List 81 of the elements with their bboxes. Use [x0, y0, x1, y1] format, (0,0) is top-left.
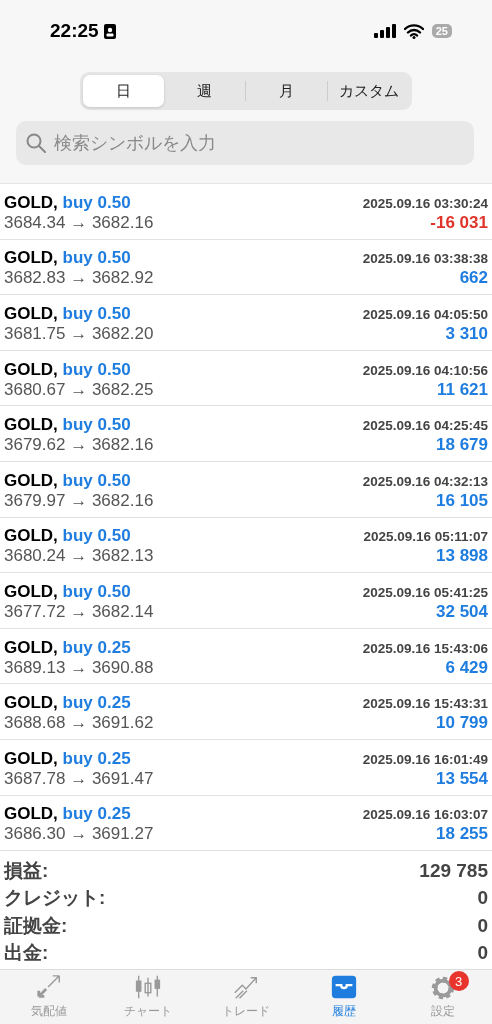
- deal-profit: 6 429: [445, 657, 488, 678]
- search-field[interactable]: 検索シンボルを入力: [16, 121, 474, 165]
- deal-time: 2025.09.16 15:43:31: [362, 696, 488, 712]
- deal-prices: 3679.62 → 3682.16: [4, 435, 154, 456]
- deal-symbol: GOLD, buy 0.50: [4, 581, 131, 602]
- deal-profit: 662: [459, 268, 488, 289]
- deal-symbol: GOLD, buy 0.50: [4, 359, 131, 380]
- deal-symbol: GOLD, buy 0.25: [4, 637, 131, 658]
- summary-value: 0: [477, 942, 488, 965]
- deal-row[interactable]: GOLD, buy 0.25 2025.09.16 15:43:31 3688.68 → 3691.62 10 799: [0, 684, 492, 740]
- deal-time: 2025.09.16 04:10:56: [362, 362, 488, 378]
- period-tab[interactable]: 週: [164, 75, 245, 107]
- deal-prices: 3684.34 → 3682.16: [4, 212, 154, 233]
- contact-card-icon: [103, 23, 116, 39]
- deal-symbol: GOLD, buy 0.25: [4, 748, 131, 769]
- deal-profit: 16 105: [436, 490, 488, 511]
- deal-symbol: GOLD, buy 0.50: [4, 470, 131, 491]
- deal-row[interactable]: GOLD, buy 0.50 2025.09.16 05:11:07 3680.24 → 3682.13 13 898: [0, 517, 492, 574]
- period-tab[interactable]: 月: [246, 75, 327, 107]
- deal-prices: 3689.13 → 3690.88: [4, 657, 154, 678]
- tab-bar-item[interactable]: 設定 3: [393, 970, 492, 1024]
- deal-row[interactable]: GOLD, buy 0.50 2025.09.16 03:30:24 3684.34 → 3682.16 -16 031: [0, 184, 492, 240]
- notification-badge: 3: [448, 971, 469, 991]
- deal-row[interactable]: GOLD, buy 0.50 2025.09.16 04:32:13 3679.97 → 3682.16 16 105: [0, 461, 492, 518]
- deal-prices: 3679.97 → 3682.16: [4, 490, 154, 511]
- wifi-icon: [403, 23, 424, 39]
- deal-symbol: GOLD, buy 0.50: [4, 415, 131, 436]
- summary-label: 出金:: [4, 941, 49, 966]
- period-tab[interactable]: カスタム: [328, 75, 409, 107]
- deal-prices: 3677.72 → 3682.14: [4, 601, 154, 622]
- summary-value: 0: [477, 914, 488, 937]
- deal-profit: 32 504: [436, 601, 488, 622]
- deal-symbol: GOLD, buy 0.25: [4, 693, 131, 714]
- summary-value: 129 785: [419, 859, 488, 882]
- deal-row[interactable]: GOLD, buy 0.25 2025.09.16 16:01:49 3687.78 → 3691.47 13 554: [0, 739, 492, 796]
- deal-row[interactable]: GOLD, buy 0.25 2025.09.16 15:43:06 3689.13 → 3690.88 6 429: [0, 628, 492, 685]
- period-tab[interactable]: 日: [83, 75, 164, 107]
- deal-symbol: GOLD, buy 0.50: [4, 192, 131, 213]
- deal-profit: 18 679: [436, 435, 488, 456]
- deal-time: 2025.09.16 04:32:13: [362, 473, 488, 489]
- deal-symbol: GOLD, buy 0.50: [4, 304, 131, 324]
- deal-symbol: GOLD, buy 0.25: [4, 804, 131, 825]
- deal-prices: 3680.67 → 3682.25: [4, 379, 154, 400]
- signal-icon: [373, 24, 396, 38]
- deal-symbol: GOLD, buy 0.50: [4, 248, 131, 269]
- battery-level: 25: [431, 24, 452, 38]
- deal-time: 2025.09.16 04:05:50: [362, 307, 488, 322]
- summary-label: 証拠金:: [4, 913, 68, 938]
- deal-profit: 13 898: [436, 546, 488, 567]
- deal-row[interactable]: GOLD, buy 0.50 2025.09.16 03:38:38 3682.83 → 3682.92 662: [0, 239, 492, 296]
- deal-profit: 18 255: [436, 824, 488, 845]
- deal-time: 2025.09.16 16:03:07: [362, 807, 488, 823]
- deal-time: 2025.09.16 05:41:25: [362, 584, 488, 600]
- summary-value: 0: [477, 887, 488, 910]
- deal-profit: 11 621: [436, 379, 488, 400]
- deal-prices: 3680.24 → 3682.13: [4, 546, 154, 567]
- deal-prices: 3681.75 → 3682.20: [4, 324, 154, 344]
- summary-label: クレジット:: [4, 886, 106, 911]
- status-time: 22:25: [50, 20, 116, 42]
- deal-profit: 10 799: [436, 713, 488, 734]
- deal-time: 2025.09.16 16:01:49: [362, 751, 488, 767]
- deal-time: 2025.09.16 03:30:24: [362, 195, 488, 211]
- deal-row[interactable]: GOLD, buy 0.50 2025.09.16 04:05:50 3681.75 → 3682.20 3 310: [0, 295, 492, 351]
- deal-prices: 3686.30 → 3691.27: [4, 824, 154, 845]
- summary-label: 損益:: [4, 858, 49, 883]
- deal-time: 2025.09.16 05:11:07: [363, 529, 488, 545]
- deal-time: 2025.09.16 15:43:06: [362, 640, 488, 656]
- deal-profit: 3 310: [445, 324, 488, 344]
- deal-time: 2025.09.16 03:38:38: [362, 251, 488, 267]
- deal-row[interactable]: GOLD, buy 0.50 2025.09.16 04:10:56 3680.67 → 3682.25 11 621: [0, 350, 492, 407]
- deal-prices: 3688.68 → 3691.62: [4, 713, 154, 734]
- tab-bar-item[interactable]: 履歴: [295, 970, 394, 1024]
- deal-row[interactable]: GOLD, buy 0.50 2025.09.16 04:25:45 3679.62 → 3682.16 18 679: [0, 406, 492, 462]
- deal-time: 2025.09.16 04:25:45: [362, 418, 488, 434]
- deal-prices: 3682.83 → 3682.92: [4, 268, 154, 289]
- deal-row[interactable]: GOLD, buy 0.50 2025.09.16 05:41:25 3677.72 → 3682.14 32 504: [0, 573, 492, 629]
- deal-symbol: GOLD, buy 0.50: [4, 526, 131, 547]
- deal-prices: 3687.78 → 3691.47: [4, 768, 154, 789]
- deal-row[interactable]: GOLD, buy 0.25 2025.09.16 16:03:07 3686.30 → 3691.27 18 255: [0, 795, 492, 852]
- deal-profit: -16 031: [430, 212, 488, 233]
- deal-profit: 13 554: [436, 768, 488, 789]
